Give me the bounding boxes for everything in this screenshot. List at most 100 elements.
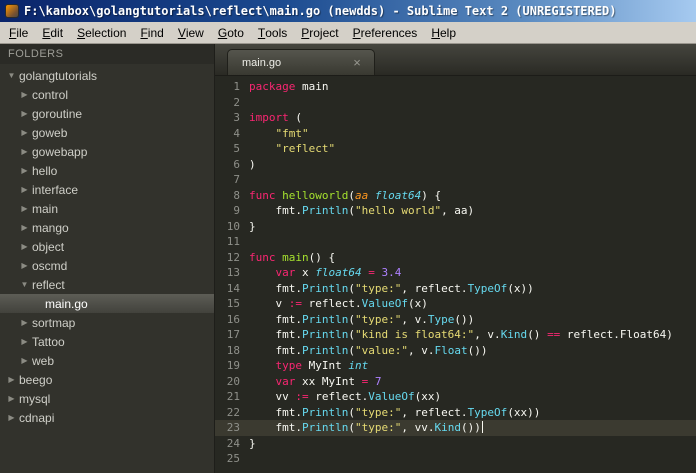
- expand-arrow-icon[interactable]: ▶: [18, 237, 31, 256]
- expand-arrow-icon[interactable]: ▶: [5, 389, 18, 408]
- code-line[interactable]: 21 vv := reflect.ValueOf(xx): [215, 389, 696, 405]
- text-cursor-caret: [481, 421, 483, 433]
- code-line[interactable]: 14 fmt.Println("type:", reflect.TypeOf(x…: [215, 281, 696, 297]
- expand-arrow-icon[interactable]: ▶: [18, 161, 31, 180]
- tree-row-main-go[interactable]: main.go: [0, 294, 214, 313]
- code-line[interactable]: 8 func helloworld(aa float64) {: [215, 188, 696, 204]
- menu-bar: File Edit Selection Find View Goto Tools Projec…: [0, 22, 696, 44]
- code-text: func helloworld(aa float64) {: [249, 188, 442, 202]
- tree-item-label: main: [32, 201, 59, 216]
- tree-row-control[interactable]: ▶ control: [0, 85, 214, 104]
- tree-row-oscmd[interactable]: ▶ oscmd: [0, 256, 214, 275]
- code-line[interactable]: 16 fmt.Println("type:", v.Type()): [215, 312, 696, 328]
- tree-item-label: goroutine: [32, 106, 83, 121]
- tree-row-reflect[interactable]: ▼ reflect: [0, 275, 214, 294]
- line-number: 18: [226, 343, 240, 357]
- code-line[interactable]: 18 fmt.Println("value:", v.Float()): [215, 343, 696, 359]
- code-line[interactable]: 20 var xx MyInt = 7: [215, 374, 696, 390]
- expand-arrow-icon[interactable]: ▶: [5, 370, 18, 389]
- tab-close-icon[interactable]: ×: [350, 56, 364, 69]
- collapse-arrow-icon[interactable]: ▼: [5, 66, 18, 85]
- tree-row-object[interactable]: ▶ object: [0, 237, 214, 256]
- tab-main-go[interactable]: main.go ×: [227, 49, 375, 75]
- menu-item-find[interactable]: Find: [133, 22, 170, 43]
- tree-row-web[interactable]: ▶ web: [0, 351, 214, 370]
- code-text: }: [249, 436, 256, 450]
- expand-arrow-icon[interactable]: ▶: [18, 142, 31, 161]
- line-number: 1: [233, 80, 240, 93]
- tree-row-interface[interactable]: ▶ interface: [0, 180, 214, 199]
- code-text: v := reflect.ValueOf(x): [249, 297, 428, 310]
- expand-arrow-icon[interactable]: ▶: [18, 104, 31, 123]
- expand-arrow-icon[interactable]: ▶: [18, 123, 31, 142]
- sublime-app-icon: [5, 4, 19, 18]
- code-line[interactable]: 6): [215, 157, 696, 173]
- collapse-arrow-icon[interactable]: ▼: [18, 275, 31, 294]
- code-editor[interactable]: 1 package main 2 3 import (4 "fmt" 5 "reflect…: [215, 76, 696, 473]
- line-number: 19: [226, 359, 240, 372]
- code-line[interactable]: 2: [215, 95, 696, 111]
- code-line[interactable]: 19 type MyInt int: [215, 358, 696, 374]
- code-line[interactable]: 10}: [215, 219, 696, 235]
- code-line[interactable]: 22 fmt.Println("type:", reflect.TypeOf(x…: [215, 405, 696, 421]
- tree-item-label: sortmap: [32, 315, 76, 330]
- code-line[interactable]: 4 "fmt": [215, 126, 696, 142]
- expand-arrow-icon[interactable]: ▶: [18, 313, 31, 332]
- tree-row-golangtutorials[interactable]: ▼ golangtutorials: [0, 66, 214, 85]
- menu-item-view[interactable]: View: [171, 22, 211, 43]
- tree-row-beego[interactable]: ▶ beego: [0, 370, 214, 389]
- folder-tree: ▼ golangtutorials ▶ control ▶ goroutine ▶ goweb…: [0, 64, 214, 473]
- tree-item-label: goweb: [32, 125, 68, 140]
- code-line[interactable]: 11: [215, 234, 696, 250]
- title-bar[interactable]: F:\kanbox\golangtutorials\reflect\main.g…: [0, 0, 696, 22]
- code-line[interactable]: 12 func main() {: [215, 250, 696, 266]
- tree-row-gowebapp[interactable]: ▶ gowebapp: [0, 142, 214, 161]
- menu-item-goto[interactable]: Goto: [211, 22, 251, 43]
- expand-arrow-icon[interactable]: ▶: [18, 351, 31, 370]
- code-line[interactable]: 25: [215, 451, 696, 467]
- line-number: 3: [233, 111, 240, 124]
- expand-arrow-icon[interactable]: ▶: [18, 256, 31, 275]
- tree-row-goroutine[interactable]: ▶ goroutine: [0, 104, 214, 123]
- tree-row-mango[interactable]: ▶ mango: [0, 218, 214, 237]
- code-text: type MyInt int: [275, 359, 369, 372]
- menu-item-project[interactable]: Project: [294, 22, 345, 43]
- menu-item-selection[interactable]: Selection: [70, 22, 133, 43]
- tree-row-hello[interactable]: ▶ hello: [0, 161, 214, 180]
- code-line[interactable]: 24}: [215, 436, 696, 452]
- menu-item-help[interactable]: Help: [424, 22, 463, 43]
- sidebar: FOLDERS ▼ golangtutorials ▶ control ▶ gorouti…: [0, 44, 215, 473]
- expand-arrow-icon[interactable]: ▶: [5, 408, 18, 427]
- expand-arrow-icon[interactable]: ▶: [18, 332, 31, 351]
- expand-arrow-icon[interactable]: ▶: [18, 218, 31, 237]
- tree-row-cdnapi[interactable]: ▶ cdnapi: [0, 408, 214, 427]
- line-number: 14: [226, 281, 240, 295]
- expand-arrow-icon[interactable]: ▶: [18, 199, 31, 218]
- code-line[interactable]: 13 var x float64 = 3.4: [215, 265, 696, 281]
- tree-item-label: web: [32, 353, 55, 368]
- tree-row-tattoo[interactable]: ▶ Tattoo: [0, 332, 214, 351]
- menu-item-file[interactable]: File: [2, 22, 35, 43]
- code-line[interactable]: 9 fmt.Println("hello world", aa): [215, 203, 696, 219]
- menu-item-tools[interactable]: Tools: [251, 22, 294, 43]
- code-line[interactable]: 23 fmt.Println("type:", vv.Kind()): [215, 420, 696, 436]
- code-line[interactable]: 1 package main: [215, 79, 696, 95]
- code-line[interactable]: 17 fmt.Println("kind is float64:", v.Kin…: [215, 327, 696, 343]
- expand-arrow-icon[interactable]: ▶: [18, 180, 31, 199]
- code-line[interactable]: 5 "reflect": [215, 141, 696, 157]
- tree-row-main[interactable]: ▶ main: [0, 199, 214, 218]
- code-text: var x float64 = 3.4: [275, 266, 402, 279]
- tree-item-label: cdnapi: [19, 410, 55, 425]
- tree-row-mysql[interactable]: ▶ mysql: [0, 389, 214, 408]
- code-line[interactable]: 7: [215, 172, 696, 188]
- code-line[interactable]: 3 import (: [215, 110, 696, 126]
- code-line[interactable]: 15 v := reflect.ValueOf(x): [215, 296, 696, 312]
- tree-row-sortmap[interactable]: ▶ sortmap: [0, 313, 214, 332]
- line-number: 5: [233, 142, 240, 155]
- tree-row-goweb[interactable]: ▶ goweb: [0, 123, 214, 142]
- menu-item-edit[interactable]: Edit: [35, 22, 70, 43]
- expand-arrow-icon[interactable]: ▶: [18, 85, 31, 104]
- menu-item-preferences[interactable]: Preferences: [346, 22, 425, 43]
